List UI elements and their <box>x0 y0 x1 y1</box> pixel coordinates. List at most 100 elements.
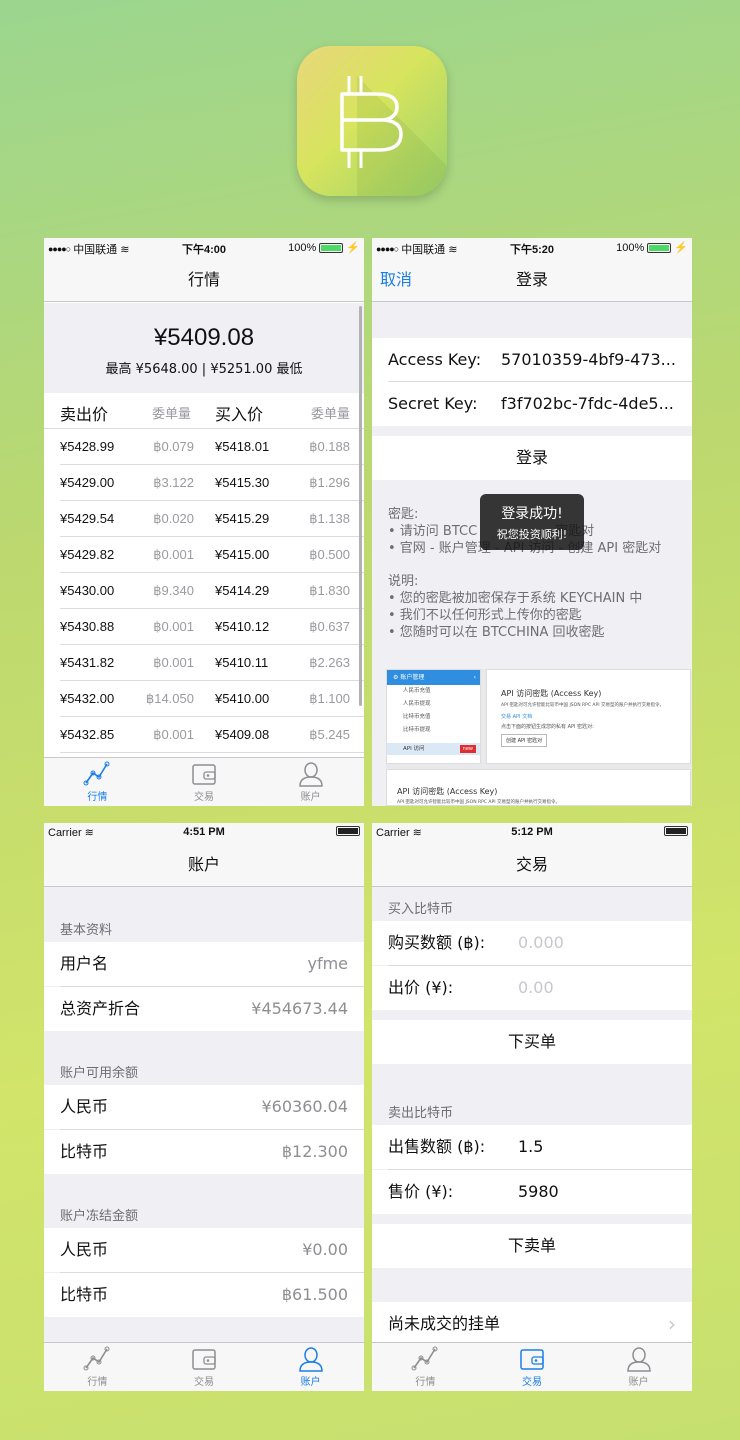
sell-amount-input[interactable]: 1.5 <box>518 1125 543 1169</box>
tab-account[interactable]: 账户 <box>585 1343 692 1391</box>
orderbook-row: ¥5429.54 ฿0.020 ¥5415.29 ฿1.138 <box>44 501 364 537</box>
tab-market-label: 行情 <box>415 1377 436 1388</box>
status-bar: Carrier ≋ 5:12 PM <box>372 823 692 843</box>
tab-account[interactable]: 账户 <box>257 758 364 806</box>
page-title: 交易 <box>515 855 548 874</box>
user-icon <box>626 1347 651 1372</box>
price-range: 最高 ¥5648.00 | ¥5251.00 最低 <box>105 362 303 377</box>
market-screen: ●●●●○ 中国联通 ≋ 下午4:00 100% ⚡ 行情 ¥5409.08 最高 ¥… <box>44 238 364 806</box>
page-title: 登录 <box>515 270 548 289</box>
sell-price: ¥5430.00 <box>60 583 115 598</box>
buy-amount-field[interactable]: 购买数额 (฿): 0.000 <box>372 921 692 965</box>
btc-label: 比特币 <box>60 1142 109 1161</box>
menu-item: 比特币充值 <box>403 714 431 720</box>
chart-line-icon <box>411 1346 438 1371</box>
orderbook-row: ¥5431.82 ฿0.001 ¥5410.11 ฿2.263 <box>44 645 364 681</box>
buy-qty-header: 委单量 <box>310 407 350 422</box>
sell-price-input[interactable]: 5980 <box>518 1170 559 1214</box>
tab-market[interactable]: 行情 <box>44 1343 151 1391</box>
buy-price-input[interactable]: 0.00 <box>518 966 554 1010</box>
buy-price: ¥5410.00 <box>215 691 270 706</box>
buy-qty: ฿2.263 <box>309 655 350 670</box>
login-button[interactable]: 登录 <box>372 436 692 480</box>
chevron-left-icon: ‹ <box>473 674 476 681</box>
access-key-input[interactable]: 57010359-4bf9-473... <box>501 338 676 382</box>
tab-bar: 行情 交易 账户 <box>44 1342 364 1391</box>
sell-qty: ฿14.050 <box>145 691 194 706</box>
sell-price: ¥5432.85 <box>60 727 115 742</box>
user-icon <box>298 1347 323 1372</box>
api-panel: API 访问密匙 (Access Key) API 密匙对可允许智能比较币中国 … <box>486 669 691 764</box>
help-line: • 请访问 BTCC <box>388 524 478 539</box>
panel2-desc: API 密匙对可允许智能比较币中国 JSON RPC API 交易型的账户并执行… <box>397 800 560 805</box>
tab-bar: 行情 交易 账户 <box>372 1342 692 1391</box>
place-buy-order-button[interactable]: 下买单 <box>372 1020 692 1064</box>
username-label: 用户名 <box>60 954 109 973</box>
menu-item: 比特币提现 <box>403 727 431 733</box>
sell-qty: ฿0.001 <box>153 619 194 634</box>
place-sell-order-button[interactable]: 下卖单 <box>372 1224 692 1268</box>
wallet-icon <box>520 1349 544 1370</box>
username-row: 用户名 yfme <box>44 942 364 986</box>
tab-trade[interactable]: 交易 <box>479 1343 586 1391</box>
buy-price: ¥5410.12 <box>215 619 270 634</box>
tab-trade[interactable]: 交易 <box>151 1343 258 1391</box>
buy-qty: ฿1.138 <box>309 511 350 526</box>
battery-icon <box>647 242 672 253</box>
orderbook-row: ¥5430.00 ฿9.340 ¥5414.29 ฿1.830 <box>44 573 364 609</box>
cancel-button[interactable]: 取消 <box>380 258 412 302</box>
username-value: yfme <box>307 954 348 973</box>
success-toast: 登录成功! 祝您投资顺利! <box>480 494 584 550</box>
sell-price: ¥5429.82 <box>60 547 115 562</box>
scrollbar[interactable] <box>359 306 362 706</box>
secret-key-label: Secret Key: <box>388 394 478 413</box>
section-header-available: 账户可用余额 <box>60 1066 139 1081</box>
toast-title: 登录成功! <box>501 506 563 522</box>
app-logo <box>297 46 447 196</box>
status-bar: ●●●●○ 中国联通 ≋ 下午4:00 100% ⚡ <box>44 238 364 258</box>
orderbook-row: ¥5428.99 ฿0.079 ¥5418.01 ฿0.188 <box>44 429 364 465</box>
section-header-frozen: 账户冻结金额 <box>60 1209 139 1224</box>
charging-icon: ⚡ <box>674 242 688 254</box>
tab-account-label: 账户 <box>628 1377 649 1388</box>
frozen-cny-row: 人民币 ¥0.00 <box>44 1228 364 1272</box>
sell-price-header: 卖出价 <box>60 405 109 424</box>
tab-market[interactable]: 行情 <box>44 758 151 806</box>
menu-title: 账户管理 <box>400 674 425 681</box>
tab-market[interactable]: 行情 <box>372 1343 479 1391</box>
buy-qty: ฿0.188 <box>309 439 350 454</box>
frozen-cny-label: 人民币 <box>60 1240 109 1259</box>
secret-key-field[interactable]: Secret Key: f3f702bc-7fdc-4de5... <box>372 382 692 426</box>
secret-key-input[interactable]: f3f702bc-7fdc-4de5... <box>501 382 674 426</box>
access-key-field[interactable]: Access Key: 57010359-4bf9-473... <box>372 338 692 382</box>
available-cny-row: 人民币 ¥60360.04 <box>44 1085 364 1129</box>
open-orders-label: 尚未成交的挂单 <box>388 1314 501 1333</box>
chevron-right-icon: › <box>668 1312 676 1336</box>
new-badge: new <box>459 745 476 753</box>
divider <box>60 752 364 753</box>
buy-qty: ฿5.245 <box>309 727 350 742</box>
sell-qty: ฿0.020 <box>153 511 194 526</box>
open-orders-row[interactable]: 尚未成交的挂单 › <box>372 1302 692 1346</box>
sell-price-field[interactable]: 售价 (¥): 5980 <box>372 1170 692 1214</box>
sell-amount-field[interactable]: 出售数额 (฿): 1.5 <box>372 1125 692 1169</box>
buy-qty: ฿0.637 <box>309 619 350 634</box>
tab-account-label: 账户 <box>300 792 321 803</box>
buy-amount-input[interactable]: 0.000 <box>518 921 564 965</box>
last-price: ¥5409.08 <box>153 324 255 351</box>
help-notes: 说明: • 您的密匙被加密保存于系统 KEYCHAIN 中 • 我们不以任何形式… <box>388 573 642 641</box>
tab-account[interactable]: 账户 <box>257 1343 364 1391</box>
account-menu: ⚙ 账户管理 ‹ 人民币充值 人民币提现 比特币充值 比特币提现 API 访问 ne… <box>386 669 481 764</box>
tab-trade-label: 交易 <box>194 792 214 803</box>
panel-desc: API 密匙对可允许智能比较币中国 JSON RPC API 交易型的账户并执行… <box>501 703 664 708</box>
buy-price: ¥5415.29 <box>215 511 270 526</box>
battery-icon <box>664 826 688 836</box>
buy-price-field[interactable]: 出价 (¥): 0.00 <box>372 966 692 1010</box>
sell-qty: ฿3.122 <box>153 475 194 490</box>
orderbook[interactable]: ¥5428.99 ฿0.079 ¥5418.01 ฿0.188 ¥5429.00 ฿3.1… <box>44 429 364 757</box>
tab-trade[interactable]: 交易 <box>151 758 258 806</box>
toast-subtitle: 祝您投资顺利! <box>496 528 568 541</box>
chart-line-icon <box>83 761 110 786</box>
buy-price-header: 买入价 <box>215 405 264 424</box>
menu-item-active: API 访问 new <box>387 743 480 755</box>
